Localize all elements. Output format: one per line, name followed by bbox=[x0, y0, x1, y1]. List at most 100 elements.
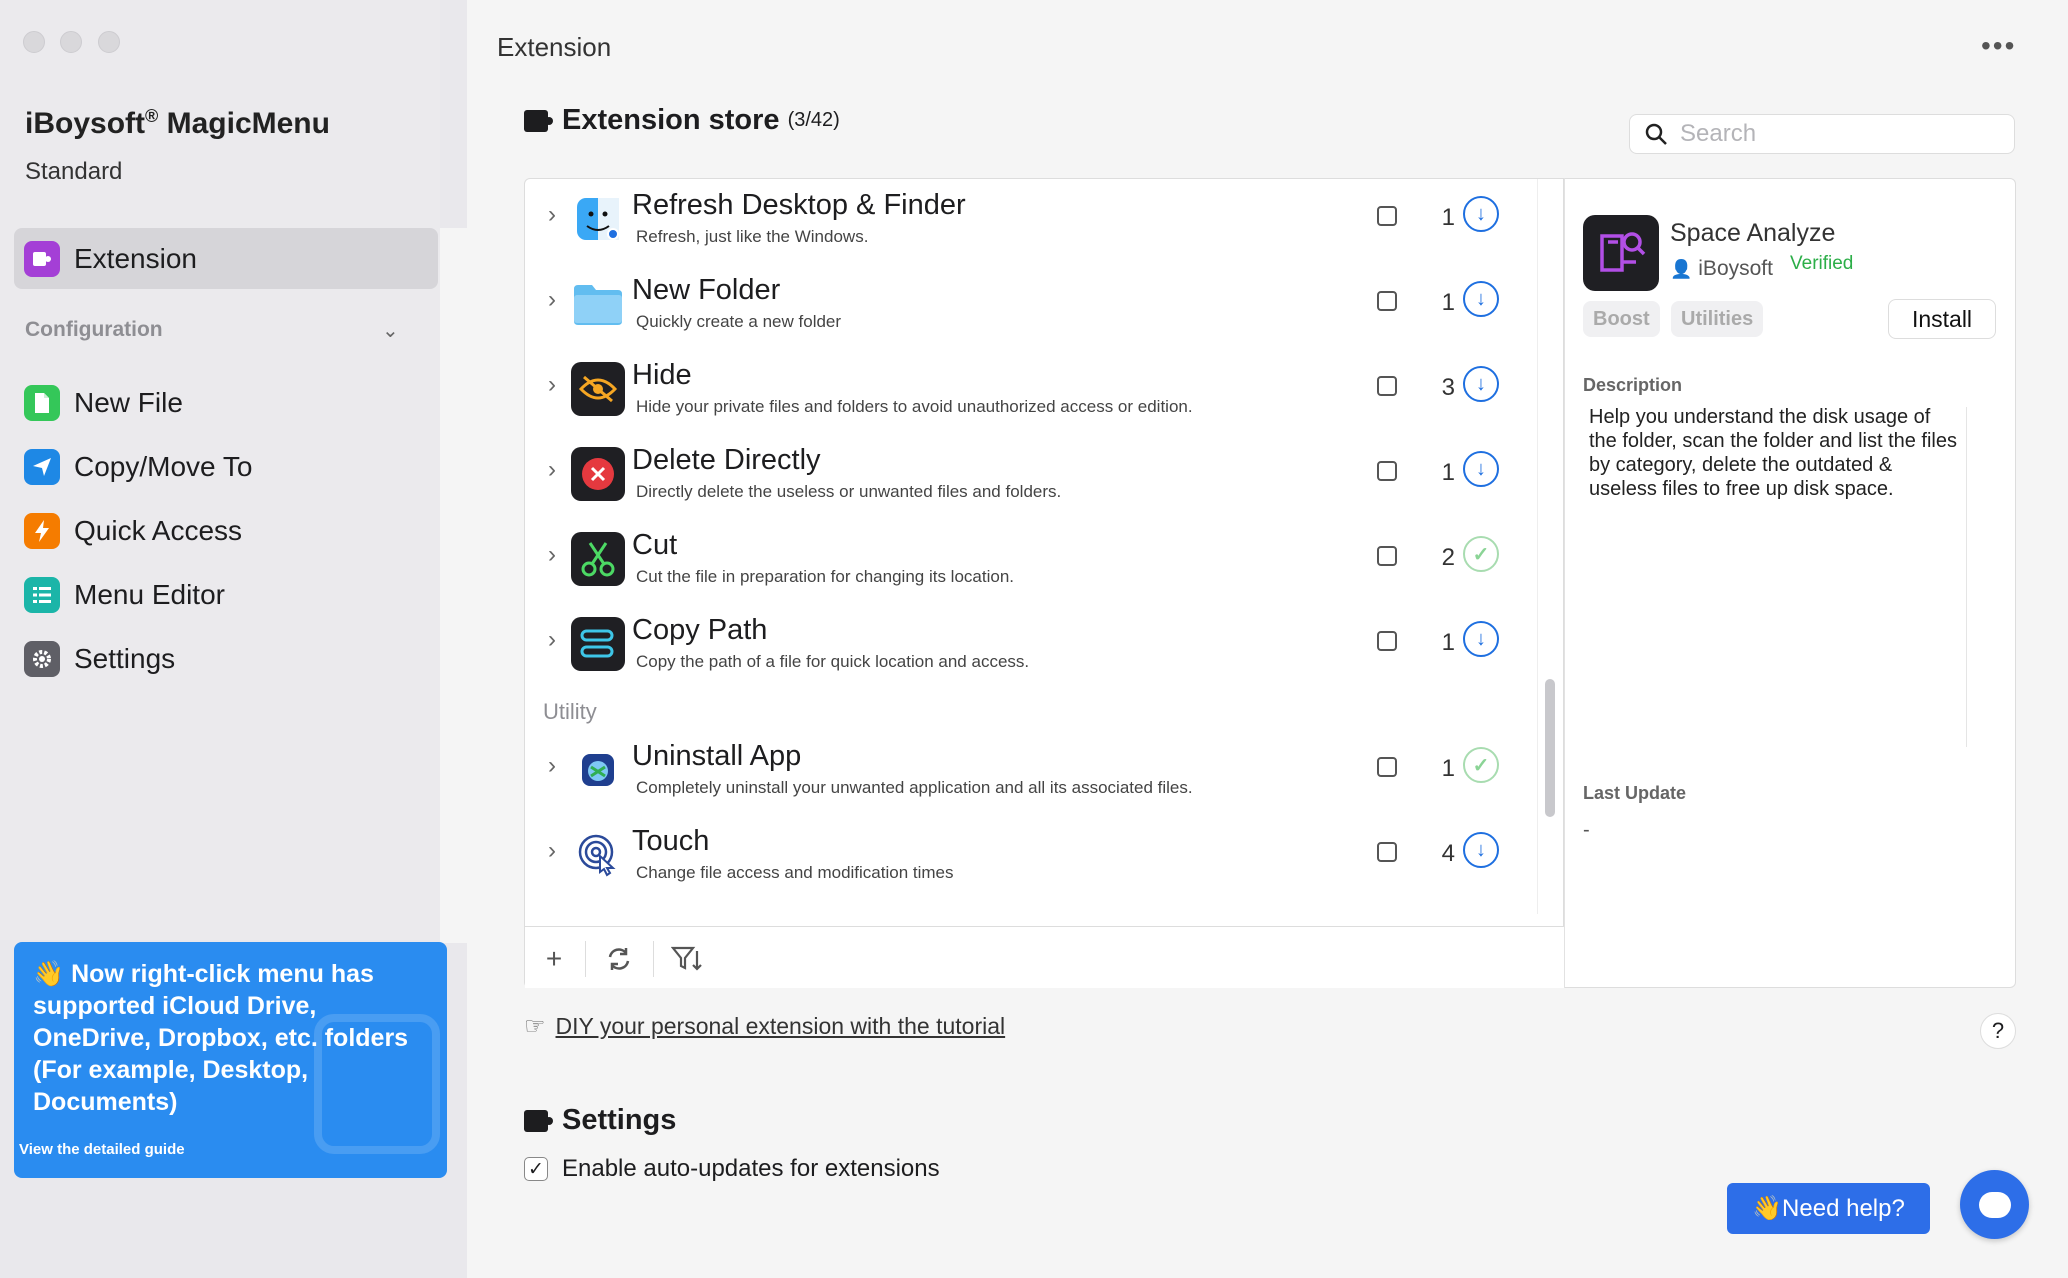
extension-row[interactable]: › Hide Hide your private files and folde… bbox=[525, 349, 1525, 434]
extension-description: Hide your private files and folders to a… bbox=[636, 397, 1193, 416]
chevron-down-icon[interactable]: ⌄ bbox=[382, 318, 399, 343]
download-button[interactable]: ↓ bbox=[1463, 281, 1499, 317]
detailed-guide-link[interactable]: View the detailed guide bbox=[19, 1141, 185, 1158]
refresh-icon[interactable] bbox=[599, 939, 639, 979]
add-icon[interactable]: + bbox=[534, 939, 574, 979]
tag-utilities: Utilities bbox=[1671, 301, 1764, 337]
filter-sort-icon[interactable] bbox=[667, 939, 707, 979]
extension-row[interactable]: › Touch Change file access and modificat… bbox=[525, 815, 1525, 900]
divider bbox=[585, 941, 586, 977]
extension-store-header: Extension store (3/42) bbox=[524, 104, 840, 137]
delete-icon bbox=[571, 447, 625, 501]
chevron-right-icon[interactable]: › bbox=[548, 752, 556, 780]
scrollbar-thumb[interactable] bbox=[1545, 679, 1555, 817]
search-icon bbox=[1645, 123, 1667, 145]
registered-mark: ® bbox=[145, 106, 159, 126]
description-scroll-track bbox=[1966, 407, 1967, 747]
sidebar-item-label: Copy/Move To bbox=[74, 451, 253, 482]
extension-row[interactable]: › Copy Path Copy the path of a file for … bbox=[525, 604, 1525, 689]
extension-name: Touch bbox=[632, 825, 710, 857]
sidebar-item-label: New File bbox=[74, 387, 183, 418]
minimize-window-button[interactable] bbox=[60, 31, 82, 53]
zoom-window-button[interactable] bbox=[98, 31, 120, 53]
chat-button[interactable] bbox=[1960, 1170, 2029, 1239]
extension-description: Change file access and modification time… bbox=[636, 863, 954, 882]
extension-description: Copy the path of a file for quick locati… bbox=[636, 652, 1030, 671]
extension-description: Completely uninstall your unwanted appli… bbox=[636, 778, 1193, 797]
extension-name: Cut bbox=[632, 529, 678, 561]
download-button[interactable]: ↓ bbox=[1463, 196, 1499, 232]
list-icon bbox=[24, 577, 60, 613]
extension-row[interactable]: › New Folder Quickly create a new folder… bbox=[525, 264, 1525, 349]
sidebar-item-copy-move[interactable]: Copy/Move To bbox=[24, 447, 252, 487]
sidebar-item-label: Menu Editor bbox=[74, 579, 225, 610]
close-window-button[interactable] bbox=[23, 31, 45, 53]
extension-name: Delete Directly bbox=[632, 444, 821, 476]
extension-row[interactable]: › Refresh Desktop & Finder Refresh, just… bbox=[525, 179, 1525, 264]
extension-row[interactable]: › Cut Cut the file in preparation for ch… bbox=[525, 519, 1525, 604]
download-button[interactable]: ↓ bbox=[1463, 366, 1499, 402]
search-box[interactable] bbox=[1629, 114, 2015, 154]
description-label: Description bbox=[1583, 375, 1683, 395]
chat-icon bbox=[1978, 1191, 2011, 1218]
last-update-label: Last Update bbox=[1583, 783, 1687, 803]
menu-count: 1 bbox=[1441, 204, 1455, 231]
sidebar-item-new-file[interactable]: New File bbox=[24, 383, 183, 423]
chevron-right-icon[interactable]: › bbox=[548, 541, 556, 569]
scissors-icon bbox=[571, 532, 625, 586]
auto-update-label[interactable]: Enable auto-updates for extensions bbox=[562, 1155, 940, 1183]
last-update-value: - bbox=[1583, 819, 1590, 841]
more-icon[interactable]: ••• bbox=[1981, 30, 2016, 62]
puzzle-icon bbox=[524, 1109, 553, 1132]
extension-name: Uninstall App bbox=[632, 740, 802, 772]
diy-tutorial-link[interactable]: DIY your personal extension with the tut… bbox=[556, 1013, 1006, 1040]
sidebar-gutter bbox=[440, 228, 467, 943]
sidebar-item-quick-access[interactable]: Quick Access bbox=[24, 511, 242, 551]
extension-row[interactable]: › Delete Directly Directly delete the us… bbox=[525, 434, 1525, 519]
uninstall-icon bbox=[571, 743, 625, 797]
sidebar-item-extension-content[interactable]: Extension bbox=[24, 239, 197, 279]
chevron-right-icon[interactable]: › bbox=[548, 837, 556, 865]
help-button[interactable]: ? bbox=[1980, 1013, 2016, 1049]
bolt-icon bbox=[24, 513, 60, 549]
extension-row[interactable]: › Uninstall App Completely uninstall you… bbox=[525, 730, 1525, 815]
copy-path-icon bbox=[571, 617, 625, 671]
chevron-right-icon[interactable]: › bbox=[548, 286, 556, 314]
promo-text: 👋 Now right-click menu has supported iCl… bbox=[33, 960, 409, 1116]
new-file-icon bbox=[24, 385, 60, 421]
search-input[interactable] bbox=[1680, 120, 2000, 148]
settings-header: Settings bbox=[524, 1104, 676, 1137]
chevron-right-icon[interactable]: › bbox=[548, 456, 556, 484]
person-icon: 👤 bbox=[1670, 259, 1693, 279]
installed-check-icon: ✓ bbox=[1463, 536, 1499, 572]
extension-list: › Refresh Desktop & Finder Refresh, just… bbox=[524, 178, 1565, 988]
puzzle-icon bbox=[524, 109, 553, 132]
download-button[interactable]: ↓ bbox=[1463, 451, 1499, 487]
chevron-right-icon[interactable]: › bbox=[548, 626, 556, 654]
diy-tutorial-row: ☞ DIY your personal extension with the t… bbox=[524, 1012, 1005, 1041]
download-button[interactable]: ↓ bbox=[1463, 832, 1499, 868]
need-help-button[interactable]: 👋Need help? bbox=[1727, 1183, 1930, 1234]
verified-badge: Verified bbox=[1790, 253, 1854, 274]
chevron-right-icon[interactable]: › bbox=[548, 371, 556, 399]
auto-update-checkbox[interactable]: ✓ bbox=[524, 1157, 548, 1181]
download-button[interactable]: ↓ bbox=[1463, 621, 1499, 657]
author: 👤 iBoysoft bbox=[1670, 257, 1773, 281]
sidebar-item-menu-editor[interactable]: Menu Editor bbox=[24, 575, 225, 615]
menu-count: 3 bbox=[1441, 374, 1455, 401]
pointing-hand-icon: ☞ bbox=[524, 1013, 546, 1040]
sidebar-item-label: Settings bbox=[74, 643, 176, 674]
chevron-right-icon[interactable]: › bbox=[548, 201, 556, 229]
app-title: iBoysoft® MagicMenu bbox=[25, 106, 330, 141]
tag-boost: Boost bbox=[1583, 301, 1660, 337]
extension-detail-panel: Space Analyze 👤 iBoysoft Verified Boost … bbox=[1564, 178, 2016, 988]
group-label: Utility bbox=[543, 699, 597, 724]
extension-detail-name: Space Analyze bbox=[1670, 219, 1836, 247]
sidebar-item-settings[interactable]: Settings bbox=[24, 639, 175, 679]
extension-description: Directly delete the useless or unwanted … bbox=[636, 482, 1062, 501]
install-button[interactable]: Install bbox=[1888, 299, 1996, 339]
configuration-header[interactable]: Configuration bbox=[25, 318, 163, 342]
finder-icon bbox=[571, 192, 625, 246]
gear-icon bbox=[24, 641, 60, 677]
puzzle-icon bbox=[24, 241, 60, 277]
